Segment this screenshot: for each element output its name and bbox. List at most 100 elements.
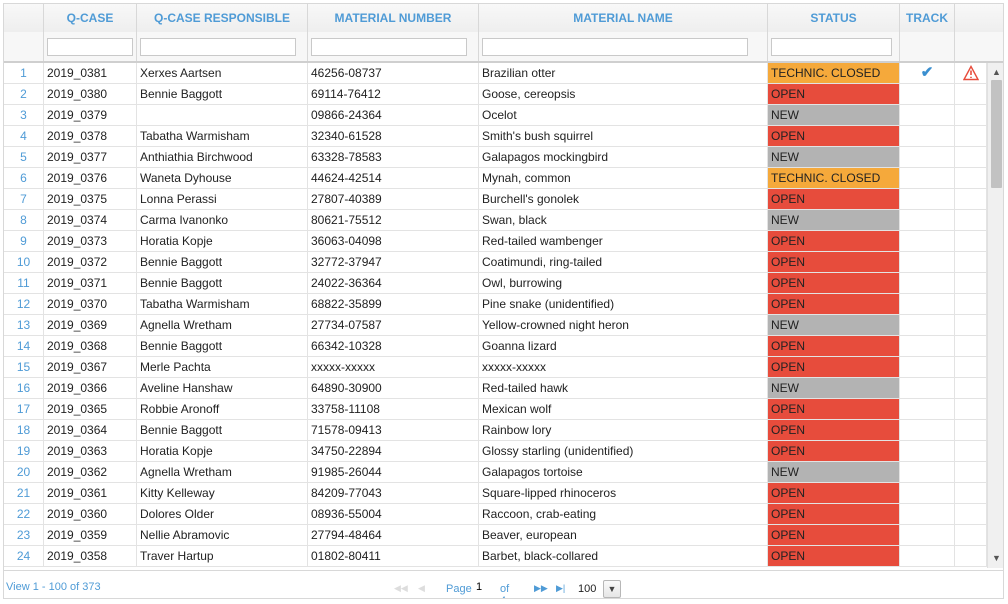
table-row[interactable]: 3 2019_0379 09866-24364 Ocelot NEW — [4, 105, 987, 126]
row-number-cell: 7 — [4, 189, 44, 209]
filter-row — [4, 32, 1003, 63]
table-row[interactable]: 1 2019_0381 Xerxes Aartsen 46256-08737 Brazi… — [4, 63, 987, 84]
page-number-input[interactable] — [474, 580, 500, 594]
material-name-cell: Coatimundi, ring-tailed — [479, 252, 768, 272]
status-badge: OPEN — [768, 546, 900, 566]
table-row[interactable]: 19 2019_0363 Horatia Kopje 34750-22894 Gloss… — [4, 441, 987, 462]
page-label: Page — [446, 583, 472, 595]
scrollbar-thumb[interactable] — [991, 80, 1002, 188]
scroll-up-arrow-icon[interactable]: ▲ — [988, 65, 1003, 80]
warning-cell — [955, 210, 987, 230]
status-badge: OPEN — [768, 525, 900, 545]
material-number-cell: 36063-04098 — [308, 231, 479, 251]
responsible-cell: Agnella Wretham — [137, 315, 308, 335]
material-name-filter-input[interactable] — [482, 38, 748, 56]
responsible-cell: Nellie Abramovic — [137, 525, 308, 545]
material-name-cell: Swan, black — [479, 210, 768, 230]
track-filter-cell — [900, 32, 955, 61]
first-page-icon[interactable]: ◀◀ — [394, 583, 408, 594]
table-row[interactable]: 20 2019_0362 Agnella Wretham 91985-26044 Gal… — [4, 462, 987, 483]
table-row[interactable]: 12 2019_0370 Tabatha Warmisham 68822-35899 P… — [4, 294, 987, 315]
qcase-cell: 2019_0375 — [44, 189, 137, 209]
qcase-cell: 2019_0367 — [44, 357, 137, 377]
row-number-cell: 5 — [4, 147, 44, 167]
warning-cell — [955, 399, 987, 419]
status-badge: NEW — [768, 147, 900, 167]
track-cell — [900, 336, 955, 356]
responsible-filter-input[interactable] — [140, 38, 296, 56]
qcase-filter-input[interactable] — [47, 38, 133, 56]
table-row[interactable]: 6 2019_0376 Waneta Dyhouse 44624-42514 Mynah… — [4, 168, 987, 189]
row-number-cell: 10 — [4, 252, 44, 272]
qcase-header[interactable]: Q-CASE — [44, 4, 137, 32]
qcase-cell: 2019_0364 — [44, 420, 137, 440]
table-row[interactable]: 17 2019_0365 Robbie Aronoff 33758-11108 Mexi… — [4, 399, 987, 420]
table-row[interactable]: 23 2019_0359 Nellie Abramovic 27794-48464 Be… — [4, 525, 987, 546]
last-page-icon[interactable]: ▶| — [556, 583, 565, 594]
warning-triangle-icon[interactable] — [962, 65, 979, 81]
table-row[interactable]: 4 2019_0378 Tabatha Warmisham 32340-61528 Sm… — [4, 126, 987, 147]
track-cell — [900, 252, 955, 272]
prev-page-icon[interactable]: ◀ — [418, 583, 425, 594]
track-cell — [900, 399, 955, 419]
status-badge: NEW — [768, 210, 900, 230]
material-number-header[interactable]: MATERIAL NUMBER — [308, 4, 479, 32]
table-row[interactable]: 8 2019_0374 Carma Ivanonko 80621-75512 Swan,… — [4, 210, 987, 231]
qcase-cell: 2019_0376 — [44, 168, 137, 188]
responsible-cell: Horatia Kopje — [137, 441, 308, 461]
status-badge: OPEN — [768, 189, 900, 209]
responsible-cell: Bennie Baggott — [137, 273, 308, 293]
material-number-cell: 24022-36364 — [308, 273, 479, 293]
row-number-cell: 2 — [4, 84, 44, 104]
warning-cell — [955, 357, 987, 377]
track-cell — [900, 420, 955, 440]
table-row[interactable]: 10 2019_0372 Bennie Baggott 32772-37947 Coat… — [4, 252, 987, 273]
scroll-down-arrow-icon[interactable]: ▼ — [988, 551, 1003, 566]
status-badge: OPEN — [768, 294, 900, 314]
table-row[interactable]: 21 2019_0361 Kitty Kelleway 84209-77043 Squa… — [4, 483, 987, 504]
warning-cell — [955, 105, 987, 125]
table-row[interactable]: 18 2019_0364 Bennie Baggott 71578-09413 Rain… — [4, 420, 987, 441]
material-name-cell: Red-tailed hawk — [479, 378, 768, 398]
status-badge: OPEN — [768, 357, 900, 377]
track-header[interactable]: TRACK — [900, 4, 955, 32]
responsible-header[interactable]: Q-CASE RESPONSIBLE — [137, 4, 308, 32]
material-name-cell: Galapagos mockingbird — [479, 147, 768, 167]
responsible-cell: Tabatha Warmisham — [137, 294, 308, 314]
responsible-cell: Xerxes Aartsen — [137, 63, 308, 83]
row-number-cell: 14 — [4, 336, 44, 356]
warning-cell — [955, 315, 987, 335]
responsible-cell: Tabatha Warmisham — [137, 126, 308, 146]
table-row[interactable]: 13 2019_0369 Agnella Wretham 27734-07587 Yel… — [4, 315, 987, 336]
table-row[interactable]: 9 2019_0373 Horatia Kopje 36063-04098 Red-ta… — [4, 231, 987, 252]
page-size-dropdown-icon[interactable]: ▼ — [603, 580, 621, 598]
table-row[interactable]: 14 2019_0368 Bennie Baggott 66342-10328 Goan… — [4, 336, 987, 357]
table-row[interactable]: 7 2019_0375 Lonna Perassi 27807-40389 Burche… — [4, 189, 987, 210]
material-name-header[interactable]: MATERIAL NAME — [479, 4, 768, 32]
track-cell — [900, 378, 955, 398]
table-row[interactable]: 11 2019_0371 Bennie Baggott 24022-36364 Owl,… — [4, 273, 987, 294]
vertical-scrollbar[interactable]: ▲ ▼ — [987, 63, 1003, 568]
material-number-filter-input[interactable] — [311, 38, 467, 56]
table-row[interactable]: 16 2019_0366 Aveline Hanshaw 64890-30900 Red… — [4, 378, 987, 399]
status-filter-input[interactable] — [771, 38, 892, 56]
status-header[interactable]: STATUS — [768, 4, 900, 32]
responsible-cell: Bennie Baggott — [137, 420, 308, 440]
table-row[interactable]: 22 2019_0360 Dolores Older 08936-55004 Racco… — [4, 504, 987, 525]
table-row[interactable]: 24 2019_0358 Traver Hartup 01802-80411 Barbe… — [4, 546, 987, 567]
record-count-text: View 1 - 100 of 373 — [6, 581, 101, 593]
status-badge: OPEN — [768, 273, 900, 293]
checkmark-icon[interactable]: ✔ — [921, 64, 934, 81]
responsible-cell: Horatia Kopje — [137, 231, 308, 251]
track-cell — [900, 105, 955, 125]
grid-header: Q-CASE Q-CASE RESPONSIBLE MATERIAL NUMBE… — [4, 4, 1003, 33]
qcase-cell: 2019_0374 — [44, 210, 137, 230]
next-page-icon[interactable]: ▶▶ — [534, 583, 548, 594]
material-name-cell: Galapagos tortoise — [479, 462, 768, 482]
table-row[interactable]: 15 2019_0367 Merle Pachta xxxxx-xxxxx xxxxx-… — [4, 357, 987, 378]
table-row[interactable]: 2 2019_0380 Bennie Baggott 69114-76412 Goose… — [4, 84, 987, 105]
responsible-cell: Kitty Kelleway — [137, 483, 308, 503]
table-row[interactable]: 5 2019_0377 Anthiathia Birchwood 63328-7858… — [4, 147, 987, 168]
page-size-value[interactable]: 100 — [578, 583, 596, 595]
material-number-cell: 66342-10328 — [308, 336, 479, 356]
